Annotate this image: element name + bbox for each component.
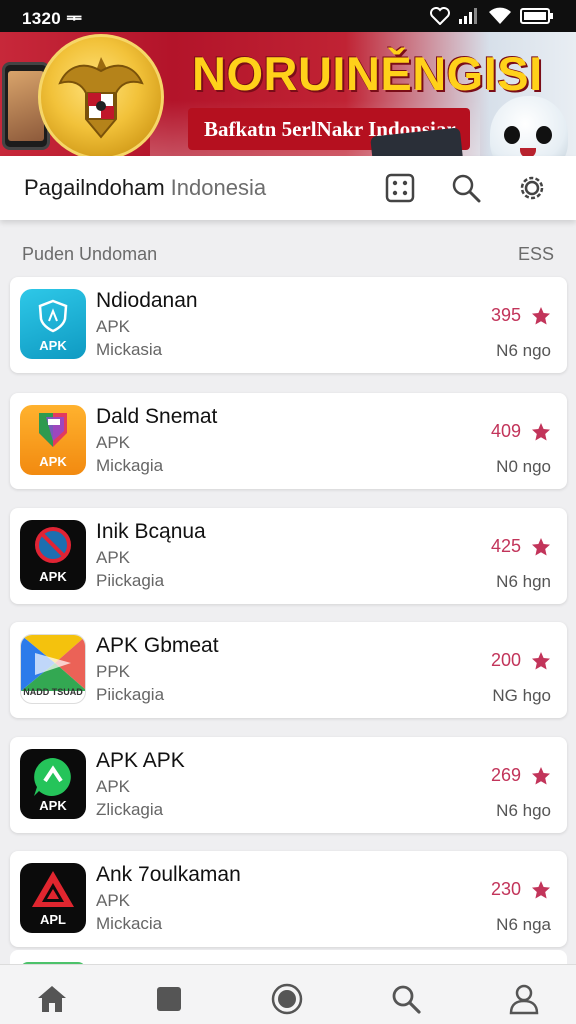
app-icon-chat: APK: [20, 749, 86, 819]
status-bar: 1320 ᆍ: [0, 0, 576, 32]
app-size: N0 ngo: [496, 457, 551, 476]
star-icon: [532, 306, 550, 324]
app-type: APK: [96, 548, 131, 567]
app-type: APK: [96, 433, 131, 452]
app-type: APK: [96, 777, 131, 796]
star-icon: [532, 880, 550, 898]
app-size: N6 nga: [496, 915, 551, 934]
app-name: Dald Snemat: [96, 405, 218, 428]
app-size: N6 hgn: [496, 572, 551, 591]
app-developer: Mickacia: [96, 914, 163, 933]
banner-title: NORUINĚNGISI: [192, 47, 543, 100]
list-item[interactable]: NADD TSUAD APK Gbmeat PPK Piickagia 200 …: [10, 622, 567, 718]
app-name: Ndiodanan: [96, 289, 198, 312]
app-developer: Piickagia: [96, 571, 165, 590]
list-item[interactable]: APK Inik Bcąnua APK Piickagia 425 N6 hgn: [10, 508, 567, 604]
record-icon[interactable]: [269, 981, 305, 1017]
search-icon[interactable]: [450, 172, 482, 204]
list-item[interactable]: APK APK APK APK Zlickagia 269 N6 hgo: [10, 737, 567, 833]
app-name: APK APK: [96, 749, 185, 772]
app-size: N6 hgo: [496, 801, 551, 820]
section-header: Puden Undoman ESS: [22, 244, 554, 265]
battery-icon: [520, 8, 553, 24]
list-item[interactable]: APL Ank 7oulkaman APK Mickacia 230 N6 ng…: [10, 851, 567, 947]
app-icon-play: NADD TSUAD: [20, 634, 86, 704]
app-size: NG hgo: [492, 686, 551, 705]
app-developer: Mickagia: [96, 456, 164, 475]
status-time: 1320 ᆍ: [22, 8, 82, 28]
nav-search-icon[interactable]: [388, 981, 424, 1017]
promo-banner[interactable]: NORUINĚNGISI Bafkatn 5erlNakr Indonsiar: [0, 32, 576, 156]
wifi-icon: [489, 7, 511, 24]
app-rating: 395: [491, 305, 551, 326]
app-developer: Piickagia: [96, 685, 165, 704]
app-developer: Zlickagia: [96, 800, 164, 819]
app-rating: 230: [491, 879, 551, 900]
app-icon-triangle: APL: [20, 863, 86, 933]
mascot-image: [490, 96, 568, 156]
app-type: APK: [96, 891, 131, 910]
garuda-emblem-icon: [38, 34, 164, 156]
app-name: Inik Bcąnua: [96, 520, 206, 543]
status-icons: [430, 7, 554, 25]
list-item[interactable]: APK Dald Snemat APK Mickagia 409 N0 ngo: [10, 393, 567, 489]
app-icon-shield: APK: [20, 289, 86, 359]
star-icon: [532, 766, 550, 784]
app-rating: 269: [491, 765, 551, 786]
square-icon[interactable]: [151, 981, 187, 1017]
app-rating: 425: [491, 536, 551, 557]
app-icon-blocked: APK: [20, 520, 86, 590]
heart-icon: [430, 7, 450, 25]
bottom-nav: [0, 964, 576, 1024]
app-rating: 409: [491, 421, 551, 442]
page-subtitle: Indonesia: [170, 175, 267, 200]
app-bar: Pagailndoham Indonesia: [0, 156, 576, 220]
app-name: APK Gbmeat: [96, 634, 219, 657]
page-title: Pagailndoham: [24, 175, 165, 200]
app-name: Ank 7oulkaman: [96, 863, 241, 886]
app-developer: Mickasia: [96, 340, 163, 359]
star-icon: [532, 537, 550, 555]
section-title: Puden Undoman: [22, 244, 158, 264]
home-icon[interactable]: [34, 981, 70, 1017]
star-icon: [532, 422, 550, 440]
app-size: N6 ngo: [496, 341, 551, 360]
settings-icon[interactable]: [516, 172, 548, 204]
signal-icon: [459, 8, 477, 24]
list-item[interactable]: APK Ndiodanan APK Mickasia 395 N6 ngo: [10, 277, 567, 373]
dice-icon[interactable]: [384, 172, 416, 204]
app-type: PPK: [96, 662, 131, 681]
app-type: APK: [96, 317, 131, 336]
section-action[interactable]: ESS: [518, 244, 554, 265]
app-rating: 200: [491, 650, 551, 671]
star-icon: [532, 651, 550, 669]
profile-icon[interactable]: [506, 981, 542, 1017]
app-icon-colorful: APK: [20, 405, 86, 475]
